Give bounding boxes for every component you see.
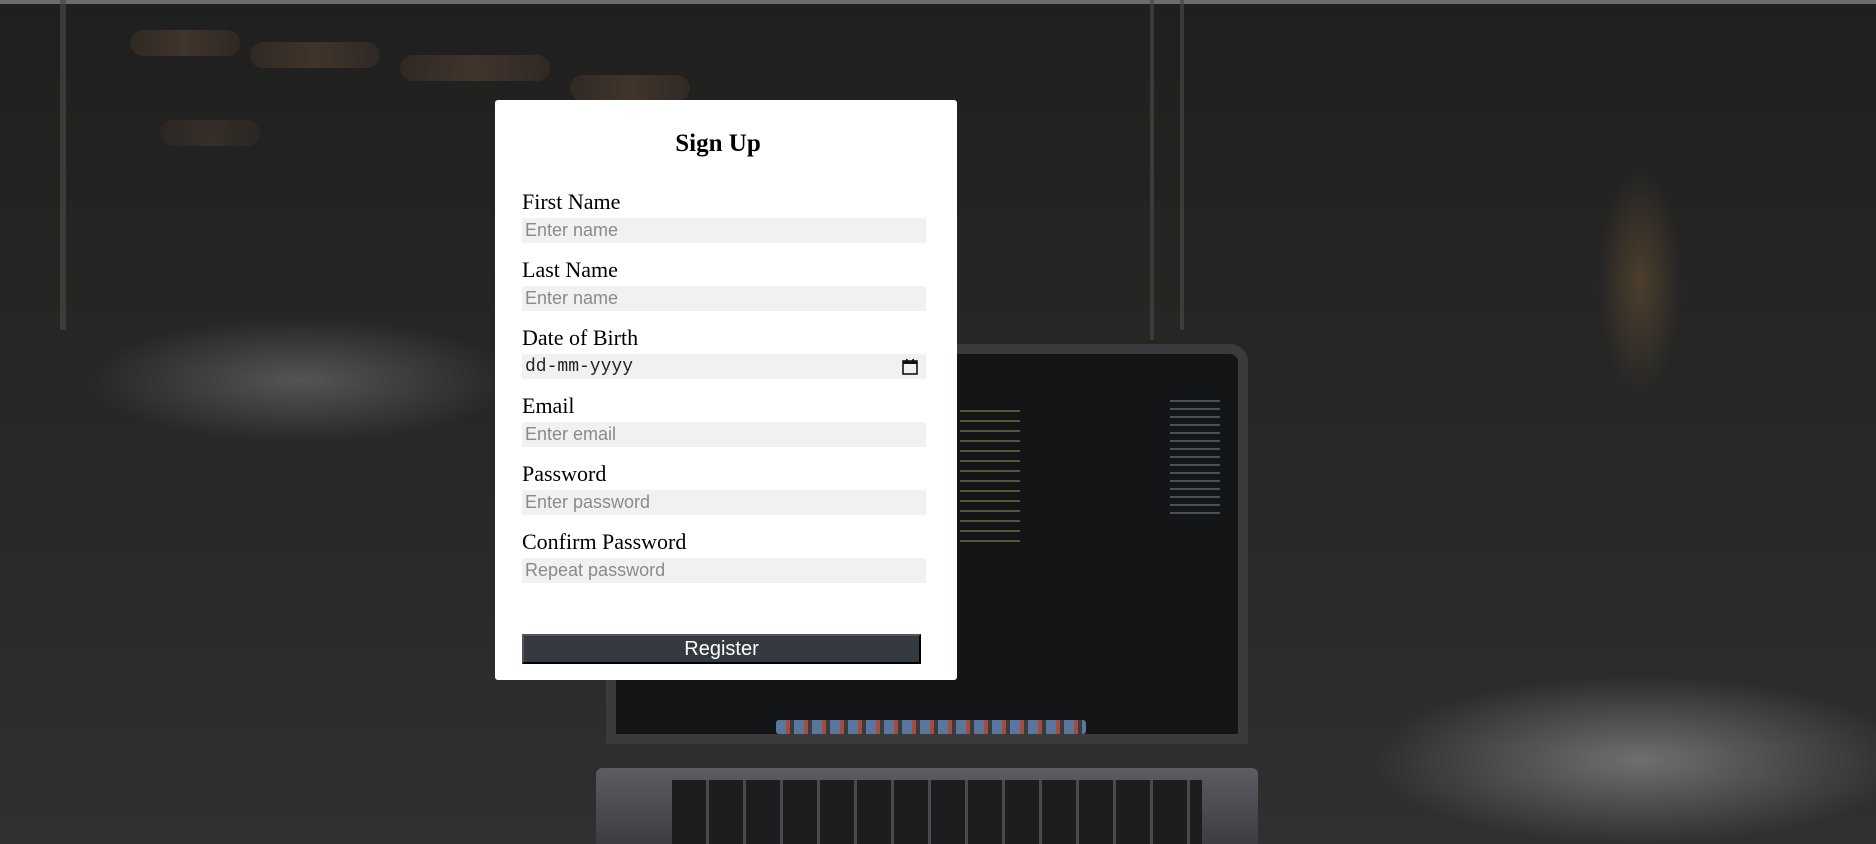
browser-top-edge — [0, 0, 1876, 4]
background-blind — [400, 55, 550, 81]
register-button[interactable]: Register — [522, 634, 921, 664]
email-label: Email — [522, 393, 575, 418]
signup-title: Sign Up — [675, 130, 761, 157]
background-laptop-sidebar — [1170, 400, 1220, 520]
first-name-input[interactable] — [522, 218, 926, 243]
confirm-password-input[interactable] — [522, 558, 926, 583]
signup-card: Sign Up First Name Last Name Date of Bir… — [495, 100, 957, 680]
email-input[interactable] — [522, 422, 926, 447]
background-blind — [570, 75, 690, 101]
last-name-input[interactable] — [522, 286, 926, 311]
date-of-birth-label: Date of Birth — [522, 325, 639, 350]
first-name-label: First Name — [522, 189, 621, 214]
background-pole — [1150, 0, 1154, 340]
background-blind — [160, 120, 260, 146]
background-pole — [60, 0, 66, 330]
date-of-birth-input[interactable]: dd-mm-yyyy — [522, 354, 926, 379]
background-blind — [250, 42, 380, 68]
confirm-password-label: Confirm Password — [522, 529, 687, 554]
background-pole — [1180, 0, 1184, 330]
background-laptop-dock — [776, 720, 1086, 734]
calendar-icon[interactable] — [902, 358, 918, 375]
background-laptop-keyboard — [672, 780, 1202, 844]
password-input[interactable] — [522, 490, 926, 515]
date-of-birth-placeholder: dd-mm-yyyy — [525, 356, 634, 377]
last-name-label: Last Name — [522, 257, 618, 282]
background-laptop-code — [960, 410, 1020, 550]
password-label: Password — [522, 461, 607, 486]
background-blind — [130, 30, 240, 56]
